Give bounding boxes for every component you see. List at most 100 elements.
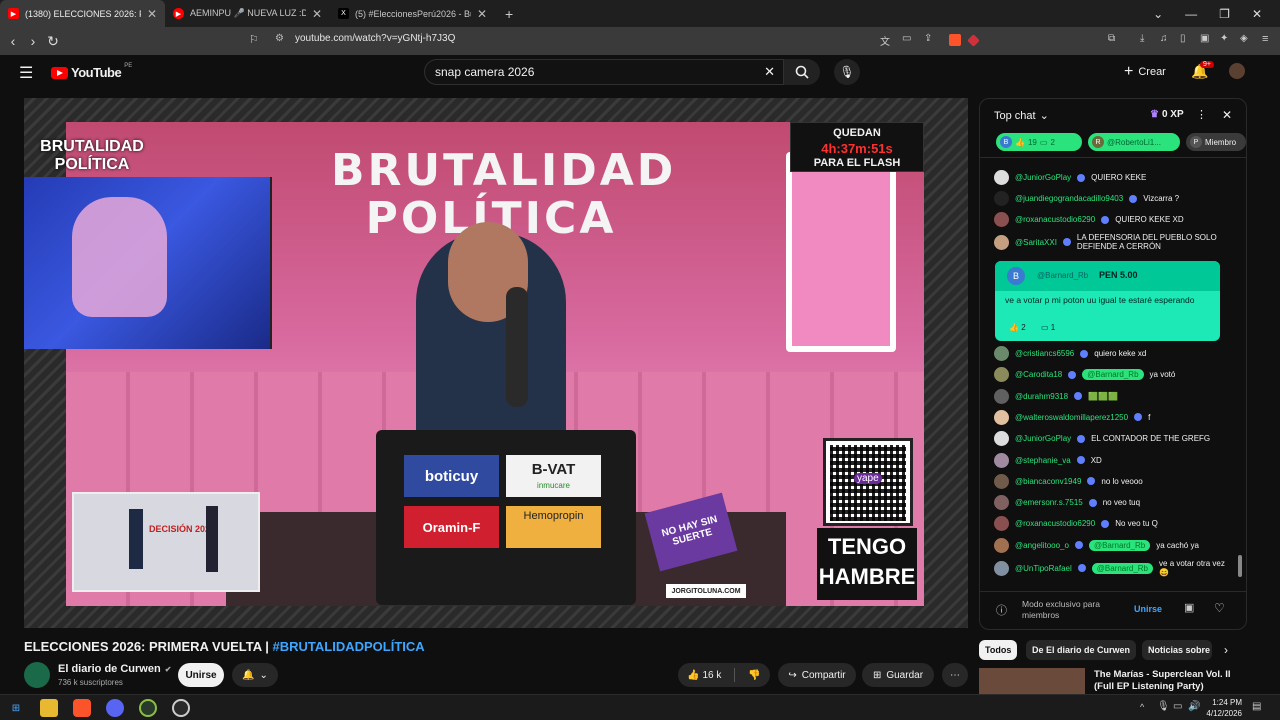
avatar[interactable] bbox=[994, 388, 1009, 404]
download-icon[interactable]: ⤓ bbox=[1140, 33, 1144, 44]
chat-message[interactable]: @Carodita18 @Barnard_Rb ya votó bbox=[994, 367, 1234, 383]
chat-author[interactable]: @JuniorGoPlay bbox=[1015, 173, 1071, 182]
extension-icon[interactable]: ⧉ bbox=[1108, 33, 1115, 44]
voice-search-button[interactable]: 🎙 bbox=[834, 59, 860, 85]
superchat-likes[interactable]: 👍 2 bbox=[1009, 323, 1026, 332]
file-explorer-icon[interactable] bbox=[40, 699, 58, 717]
mention-pill[interactable]: @Barnard_Rb bbox=[1082, 369, 1144, 381]
search-button[interactable] bbox=[784, 59, 820, 85]
music-icon[interactable]: ♫ bbox=[1160, 33, 1168, 44]
chat-author[interactable]: @roxanacustodio6290 bbox=[1015, 519, 1095, 528]
dislike-icon[interactable]: 👎 bbox=[748, 670, 760, 681]
chat-author[interactable]: @Carodita18 bbox=[1015, 370, 1062, 379]
chat-author[interactable]: @JuniorGoPlay bbox=[1015, 434, 1071, 443]
close-window-icon[interactable]: ✕ bbox=[1252, 7, 1262, 21]
pinned-pill-2[interactable]: R @RobertoLi1... bbox=[1088, 133, 1180, 151]
superchat-replies[interactable]: ▭ 1 bbox=[1041, 323, 1055, 332]
chat-author[interactable]: @stephanie_va bbox=[1015, 456, 1071, 465]
chat-author[interactable]: @biancaconv1949 bbox=[1015, 477, 1081, 486]
chat-message[interactable]: @UnTipoRafael @Barnard_Rb ve a votar otra … bbox=[994, 559, 1234, 577]
chat-author[interactable]: @durahm9318 bbox=[1015, 392, 1068, 401]
close-tab-icon[interactable]: ✕ bbox=[147, 7, 157, 21]
more-actions-button[interactable]: ⋯ bbox=[942, 663, 968, 687]
search-input[interactable]: snap camera 2026 ✕ bbox=[424, 59, 784, 85]
vpn-icon[interactable]: ◈ bbox=[1240, 33, 1248, 44]
chat-message[interactable]: @stephanie_va XD bbox=[994, 452, 1234, 468]
share-button[interactable]: ↪ Compartir bbox=[778, 663, 856, 687]
mention-pill[interactable]: @Barnard_Rb bbox=[1088, 539, 1151, 551]
hamburger-icon[interactable]: ☰ bbox=[19, 63, 33, 83]
sidebar-icon[interactable]: ▯ bbox=[1180, 33, 1186, 44]
avatar[interactable] bbox=[994, 234, 1009, 250]
app-icon[interactable] bbox=[139, 699, 157, 717]
avatar[interactable] bbox=[994, 212, 1009, 227]
chat-author[interactable]: @roxanacustodio6290 bbox=[1015, 215, 1095, 224]
avatar[interactable] bbox=[994, 191, 1009, 206]
avatar[interactable] bbox=[994, 409, 1009, 425]
chat-scrollbar[interactable] bbox=[1238, 555, 1242, 577]
chat-message[interactable]: @juandiegograndacadillo9403 Vizcarra ? bbox=[994, 191, 1234, 206]
close-tab-icon[interactable]: ✕ bbox=[312, 7, 322, 21]
chat-message[interactable]: @JuniorGoPlay QUIERO KEKE bbox=[994, 170, 1234, 185]
tab-x-search[interactable]: X (5) #EleccionesPerú2026 - Buscar / X ✕ bbox=[330, 0, 495, 27]
chat-message[interactable]: @JuniorGoPlay EL CONTADOR DE THE GREFG bbox=[994, 431, 1234, 447]
gift-icon[interactable]: ▣ bbox=[1184, 601, 1194, 614]
top-chat-selector[interactable]: Top chat ⌄ bbox=[994, 109, 1049, 123]
brave-icon[interactable] bbox=[73, 699, 91, 717]
avatar[interactable] bbox=[1229, 63, 1245, 79]
more-options-icon[interactable]: ⋮ bbox=[1196, 108, 1207, 121]
windows-start-icon[interactable]: ⊞ bbox=[7, 699, 25, 717]
tab-elecciones[interactable]: ▶ (1380) ELECCIONES 2026: PRIME ✕ bbox=[0, 0, 165, 27]
back-icon[interactable]: ‹ bbox=[3, 33, 23, 49]
chat-author[interactable]: @cristiancs6596 bbox=[1015, 349, 1074, 358]
chat-message[interactable]: @SaritaXXI LA DEFENSORIA DEL PUEBLO SOLO … bbox=[994, 233, 1234, 251]
leo-ai-icon[interactable]: ✦ bbox=[1220, 33, 1228, 44]
xp-badge[interactable]: ♛ 0 XP bbox=[1150, 109, 1184, 120]
clear-search-icon[interactable]: ✕ bbox=[764, 64, 775, 80]
chat-message[interactable]: @durahm9318 🟩🟩🟩 bbox=[994, 388, 1234, 404]
chip-news[interactable]: Noticias sobre bbox=[1142, 640, 1212, 660]
youtube-logo[interactable]: YouTube PE bbox=[51, 63, 132, 80]
video-title-hashtag[interactable]: #BRUTALIDADPOLÍTICA bbox=[273, 639, 425, 654]
chat-message[interactable]: @biancaconv1949 no lo veooo bbox=[994, 473, 1234, 489]
avatar[interactable] bbox=[994, 537, 1009, 553]
tray-network-icon[interactable]: ▭ bbox=[1173, 701, 1182, 712]
mention-pill[interactable]: @Barnard_Rb bbox=[1091, 562, 1154, 574]
chip-all[interactable]: Todos bbox=[979, 640, 1018, 660]
chat-author[interactable]: @SaritaXXI bbox=[1015, 238, 1057, 247]
pinned-pill-1[interactable]: B 👍 19 ▭ 2 bbox=[996, 133, 1082, 151]
avatar[interactable] bbox=[994, 495, 1009, 511]
avatar[interactable] bbox=[994, 516, 1009, 532]
avatar[interactable] bbox=[994, 346, 1009, 361]
discord-icon[interactable] bbox=[106, 699, 124, 717]
menu-icon[interactable]: ≡ bbox=[1262, 33, 1268, 45]
chat-message[interactable]: @roxanacustodio6290 QUIERO KEKE XD bbox=[994, 212, 1234, 227]
like-button[interactable]: 👍 16 k bbox=[687, 670, 721, 681]
chat-message[interactable]: @emersonr.s.7515 no veo tuq bbox=[994, 495, 1234, 511]
chat-message[interactable]: @walteroswaldomillaperez1250 f bbox=[994, 409, 1234, 425]
site-info-icon[interactable]: ⚙ bbox=[275, 33, 284, 44]
chevron-right-icon[interactable]: › bbox=[1224, 643, 1228, 657]
chat-message[interactable]: @cristiancs6596 quiero keke xd bbox=[994, 346, 1234, 361]
tray-speaker-icon[interactable]: 🔊 bbox=[1188, 701, 1200, 712]
url-field[interactable]: youtube.com/watch?v=yGNtj-h7J3Q bbox=[295, 33, 455, 44]
bookmark-icon[interactable]: ⚐ bbox=[249, 33, 259, 46]
obs-icon[interactable] bbox=[172, 699, 190, 717]
avatar[interactable] bbox=[994, 367, 1009, 383]
reload-icon[interactable]: ↻ bbox=[43, 33, 63, 50]
heart-icon[interactable]: ♡ bbox=[1214, 601, 1225, 615]
chat-author[interactable]: @emersonr.s.7515 bbox=[1015, 498, 1083, 507]
brave-shield-icon[interactable] bbox=[949, 34, 961, 46]
subscribe-bell-button[interactable]: 🔔 ⌄ bbox=[232, 663, 278, 687]
tray-mic-icon[interactable]: 🎙 bbox=[1157, 701, 1170, 712]
pinned-pill-3[interactable]: P Miembro bbox=[1186, 133, 1246, 151]
chat-author[interactable]: @juandiegograndacadillo9403 bbox=[1015, 194, 1123, 203]
notification-center-icon[interactable]: ▤ bbox=[1252, 701, 1261, 712]
members-join-link[interactable]: Unirse bbox=[1134, 604, 1162, 614]
restore-icon[interactable]: ❐ bbox=[1219, 7, 1230, 21]
video-player[interactable]: BRUTALIDAD POLÍTICA boticuy B-VAT inmuca… bbox=[24, 98, 968, 628]
avatar[interactable] bbox=[994, 560, 1009, 576]
chat-author[interactable]: @UnTipoRafael bbox=[1015, 564, 1072, 573]
info-icon[interactable]: ⓘ bbox=[996, 602, 1007, 618]
avatar[interactable] bbox=[994, 170, 1009, 185]
